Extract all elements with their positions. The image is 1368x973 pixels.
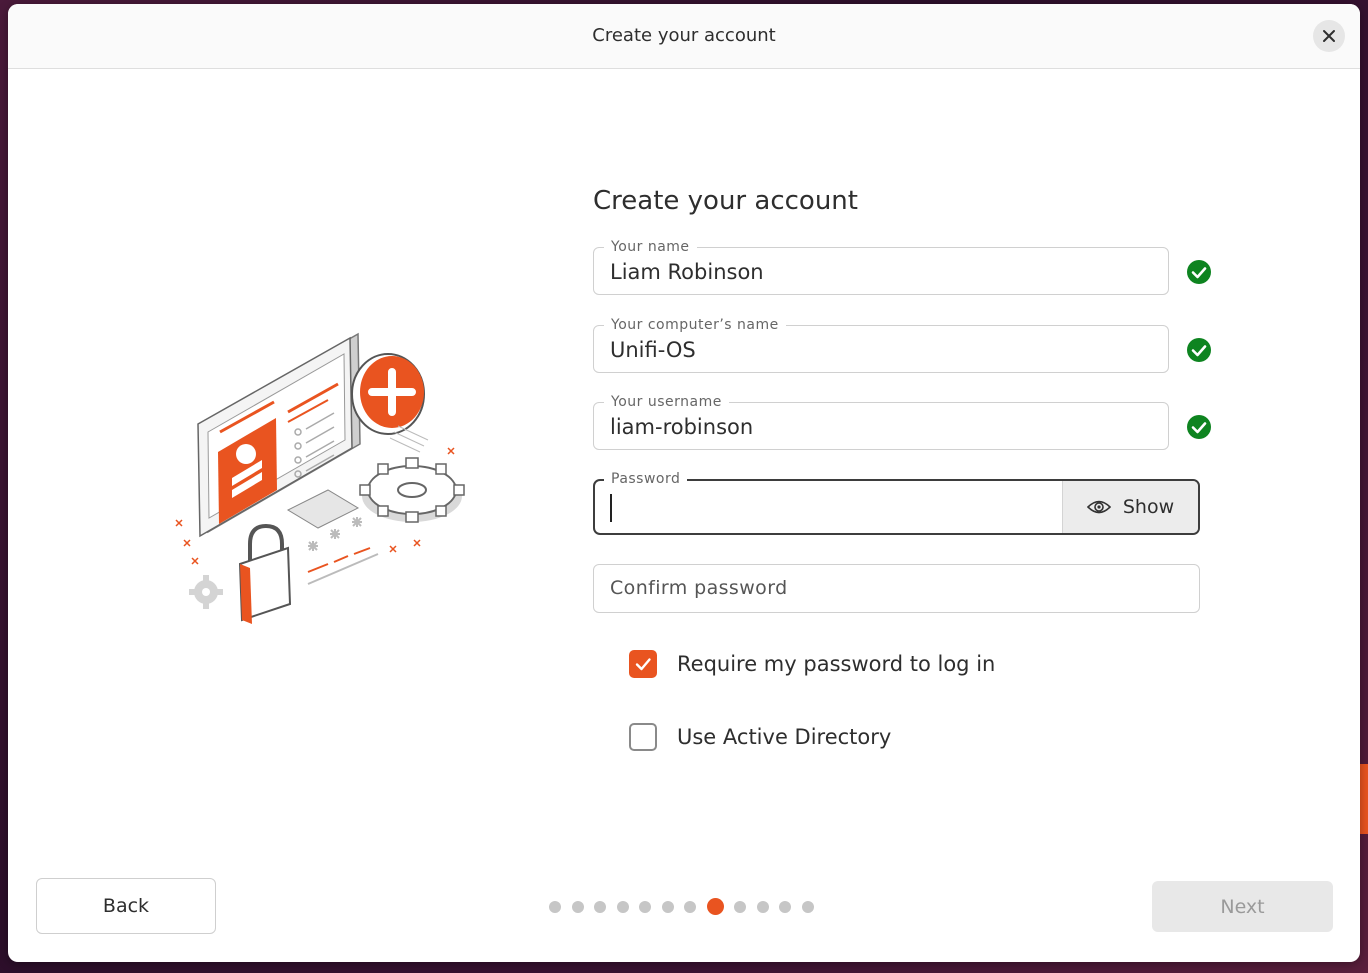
- progress-dot: [734, 900, 746, 913]
- require-password-checkbox-box[interactable]: [629, 650, 657, 678]
- computer-name-valid-check-icon: [1187, 338, 1211, 362]
- username-field-label: Your username: [604, 393, 729, 411]
- progress-dot: [571, 900, 584, 913]
- close-button[interactable]: [1313, 20, 1345, 52]
- progress-dot-current: [706, 898, 724, 915]
- active-directory-checkbox-box[interactable]: [629, 723, 657, 751]
- progress-dot: [779, 900, 791, 913]
- progress-dots: [549, 898, 814, 915]
- window-title: Create your account: [592, 25, 776, 46]
- computer-name-field[interactable]: Your computer’s name Unifi-OS: [593, 316, 1169, 373]
- progress-dot: [684, 900, 696, 913]
- confirm-password-placeholder: Confirm password: [610, 577, 788, 599]
- text-caret: [610, 494, 612, 522]
- name-valid-check-icon: [1187, 260, 1211, 284]
- require-password-checkbox[interactable]: Require my password to log in: [629, 650, 995, 678]
- eye-icon: [1086, 500, 1111, 514]
- password-field[interactable]: Password Show: [593, 470, 1200, 535]
- username-valid-check-icon: [1187, 415, 1211, 439]
- close-icon: [1323, 30, 1335, 42]
- page-heading: Create your account: [593, 186, 858, 216]
- checkmark-icon: [635, 658, 651, 671]
- show-password-label: Show: [1122, 496, 1175, 518]
- show-password-button[interactable]: Show: [1062, 481, 1198, 533]
- password-field-label: Password: [604, 470, 688, 488]
- computer-name-field-value: Unifi-OS: [610, 338, 696, 362]
- active-directory-checkbox[interactable]: Use Active Directory: [629, 723, 891, 751]
- confirm-password-field[interactable]: Confirm password: [593, 564, 1200, 613]
- progress-dot: [639, 900, 651, 913]
- account-illustration: [175, 332, 465, 624]
- title-bar: Create your account: [8, 4, 1360, 69]
- username-field[interactable]: Your username liam-robinson: [593, 393, 1169, 450]
- installer-window: Create your account Create your account …: [8, 4, 1360, 962]
- progress-dot: [661, 900, 674, 913]
- computer-name-field-label: Your computer’s name: [604, 316, 786, 334]
- progress-dot: [756, 900, 769, 913]
- progress-dot: [594, 900, 606, 913]
- require-password-label: Require my password to log in: [677, 652, 996, 676]
- progress-dot: [549, 900, 561, 913]
- name-field-value: Liam Robinson: [610, 260, 764, 284]
- name-field[interactable]: Your name Liam Robinson: [593, 238, 1169, 295]
- desktop-accent: [1360, 764, 1368, 834]
- active-directory-label: Use Active Directory: [677, 725, 892, 749]
- username-field-value: liam-robinson: [610, 415, 754, 439]
- progress-dot: [801, 900, 814, 913]
- back-button[interactable]: Back: [36, 878, 216, 934]
- name-field-label: Your name: [604, 238, 697, 256]
- progress-dot: [616, 900, 629, 913]
- next-button[interactable]: Next: [1152, 881, 1333, 932]
